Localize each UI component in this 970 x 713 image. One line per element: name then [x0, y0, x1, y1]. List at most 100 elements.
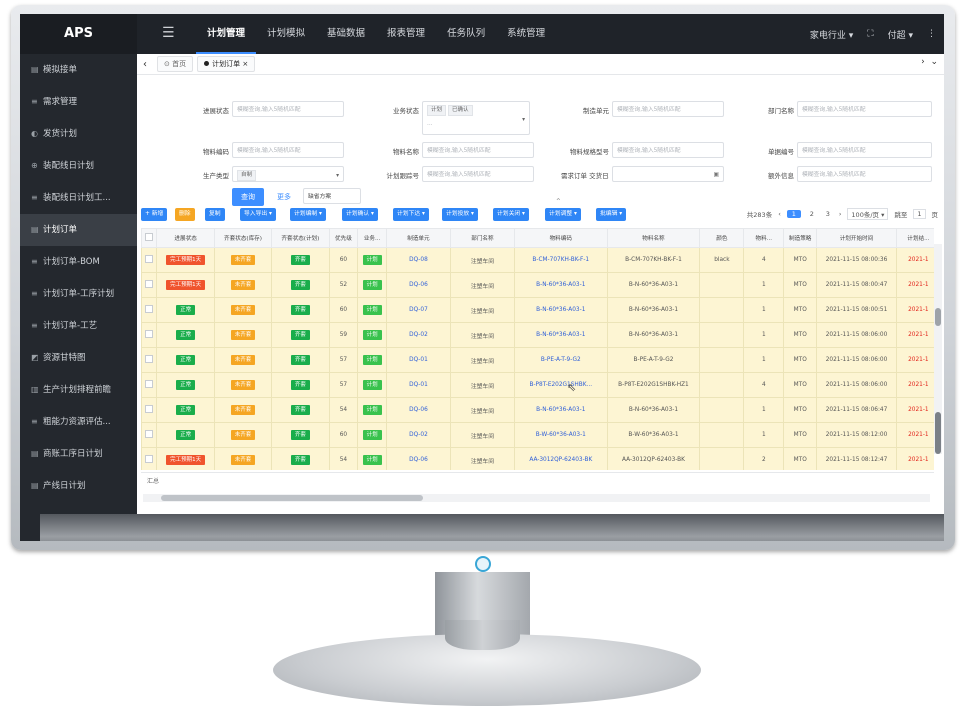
table-row[interactable]: 正常 未齐套 齐套 57 计划 DQ-01 注塑车间 B-P8T-E202G1SHBK... B…	[141, 372, 934, 398]
more-options-icon[interactable]: ⋮	[927, 29, 936, 39]
filter-input[interactable]: 模糊查询,输入5随机匹配	[612, 101, 724, 117]
filter-input[interactable]: 模糊查询,输入5随机匹配	[422, 166, 534, 182]
toolbar-button[interactable]: 计划确认 ▾	[342, 208, 378, 221]
toolbar-button[interactable]: 删除	[175, 208, 195, 221]
nav-item[interactable]: 计划管理	[196, 14, 257, 54]
hamburger-menu-icon[interactable]: ☰	[162, 25, 175, 41]
user-menu[interactable]: 付超 ▾	[888, 28, 913, 41]
table-row[interactable]: 正常 未齐套 齐套 54 计划 DQ-06 注塑车间 B-N-60*36-A03-1 B-N-6…	[141, 397, 934, 423]
table-row[interactable]: 完工预期1天 未齐套 齐套 54 计划 DQ-06 注塑车间 AA-3012QP-62403-…	[141, 447, 934, 470]
jump-input[interactable]: 1	[913, 209, 926, 219]
row-checkbox[interactable]	[141, 347, 158, 373]
column-header[interactable]: 制造策略	[783, 228, 818, 248]
row-checkbox[interactable]	[141, 247, 158, 273]
column-header[interactable]: 物料编码	[513, 228, 608, 248]
vertical-scrollbar[interactable]	[934, 244, 942, 454]
table-row[interactable]: 完工预期1天 未齐套 齐套 52 计划 DQ-06 注塑车间 B-N-60*36-A03-1 B…	[141, 272, 934, 298]
toolbar-button[interactable]: 导入导出 ▾	[240, 208, 276, 221]
column-header[interactable]: 物料名称	[606, 228, 701, 248]
filter-chip[interactable]: 计划	[427, 105, 447, 116]
table-row[interactable]: 正常 未齐套 齐套 60 计划 DQ-07 注塑车间 B-N-60*36-A03-1 B-N-6…	[141, 297, 934, 323]
column-header[interactable]: 物料...	[743, 228, 785, 248]
filter-input[interactable]: 模糊查询,输入5随机匹配	[612, 142, 724, 158]
table-row[interactable]: 正常 未齐套 齐套 57 计划 DQ-01 注塑车间 B-PE-A-T-9-G2 B-PE-A-…	[141, 347, 934, 373]
horizontal-scroll-thumb[interactable]	[161, 495, 423, 501]
toolbar-button[interactable]: 计划编制 ▾	[290, 208, 326, 221]
filter-input[interactable]: 计划 已确认... ▾	[422, 101, 530, 135]
table-row[interactable]: 完工预期1天 未齐套 齐套 60 计划 DQ-08 注塑车间 B-CM-707KH-BK-F-…	[141, 247, 934, 273]
column-header[interactable]: 业务...	[357, 228, 387, 248]
column-header[interactable]: 进展状态	[156, 228, 215, 248]
filter-input[interactable]: 自制 ▾	[232, 166, 344, 182]
vertical-scroll-thumb[interactable]	[935, 308, 941, 326]
column-header[interactable]: 部门名称	[449, 228, 515, 248]
column-header[interactable]: 颜色	[699, 228, 745, 248]
filter-chip[interactable]: 已确认	[448, 105, 473, 116]
toolbar-button[interactable]: 复制	[205, 208, 225, 221]
page-number[interactable]: 2	[807, 210, 817, 218]
toolbar-button[interactable]: 计划调整 ▾	[545, 208, 581, 221]
page-number[interactable]: 3	[823, 210, 833, 218]
tabs-scroll-right-icon[interactable]: › ⌄	[921, 57, 938, 67]
chevron-down-icon[interactable]: ▾	[336, 168, 339, 181]
sidebar-item[interactable]: ≡ 计划订单-工序计划	[20, 278, 137, 310]
sidebar-item[interactable]: ≡ 计划订单-工艺	[20, 310, 137, 342]
row-checkbox[interactable]	[141, 422, 158, 448]
more-filters-link[interactable]: 更多	[277, 192, 291, 202]
toolbar-button[interactable]: 计划下达 ▾	[393, 208, 429, 221]
sidebar-item[interactable]: ≡ 需求管理	[20, 86, 137, 118]
page-size-select[interactable]: 100条/页 ▾	[847, 208, 889, 220]
row-checkbox[interactable]	[141, 447, 158, 470]
select-all-checkbox[interactable]	[141, 228, 158, 248]
tab-plan-order[interactable]: 计划订单 ×	[197, 56, 256, 72]
column-header[interactable]: 制造单元	[385, 228, 451, 248]
row-checkbox[interactable]	[141, 397, 158, 423]
table-row[interactable]: 正常 未齐套 齐套 59 计划 DQ-02 注塑车间 B-N-60*36-A03-1 B-N-6…	[141, 322, 934, 348]
sidebar-item[interactable]: ▤ 计划订单	[20, 214, 137, 246]
filter-input[interactable]: 模糊查询,输入5随机匹配	[797, 142, 932, 158]
sidebar-item[interactable]: ▥ 生产计划排程前瞻	[20, 374, 137, 406]
column-header[interactable]: 计划开始时间	[816, 228, 897, 248]
row-checkbox[interactable]	[141, 272, 158, 298]
column-header[interactable]: 优先级	[328, 228, 359, 248]
filter-input[interactable]: 模糊查询,输入5随机匹配	[422, 142, 534, 158]
sidebar-item[interactable]: ◩ 资源甘特图	[20, 342, 137, 374]
column-header[interactable]: 齐套状态(计划)	[271, 228, 330, 248]
nav-item[interactable]: 基础数据	[316, 14, 376, 54]
vertical-scroll-thumb[interactable]	[935, 412, 941, 454]
sidebar-item[interactable]: ◐ 发货计划	[20, 118, 137, 150]
calendar-icon[interactable]: ▣	[714, 167, 719, 181]
tab-home[interactable]: ⊙ 首页	[157, 56, 194, 72]
filter-input[interactable]: 模糊查询,输入5随机匹配	[232, 142, 344, 158]
toolbar-button[interactable]: 计划关闭 ▾	[493, 208, 529, 221]
sidebar-item[interactable]: ≡ 装配线日计划工...	[20, 182, 137, 214]
sidebar-item[interactable]: ▤ 商账工序日计划	[20, 438, 137, 470]
industry-selector[interactable]: 家电行业 ▾	[810, 28, 853, 41]
horizontal-scrollbar[interactable]	[143, 494, 930, 502]
sidebar-item[interactable]: ≡ 计划订单-BOM	[20, 246, 137, 278]
row-checkbox[interactable]	[141, 322, 158, 348]
scheme-select[interactable]: 缺省方案	[303, 188, 361, 204]
page-number[interactable]: 1	[786, 210, 801, 218]
filter-input[interactable]: 模糊查询,输入5随机匹配	[797, 166, 932, 182]
row-checkbox[interactable]	[141, 372, 158, 398]
column-header[interactable]: 计划结...	[895, 228, 934, 248]
collapse-icon[interactable]: ⌃	[555, 197, 562, 206]
filter-input[interactable]: 模糊查询,输入5随机匹配	[232, 101, 344, 117]
filter-input[interactable]: 模糊查询,输入5随机匹配	[797, 101, 932, 117]
nav-item[interactable]: 报表管理	[376, 14, 436, 54]
column-header[interactable]: 齐套状态(库存)	[213, 228, 273, 248]
sidebar-item[interactable]: ⊕ 装配线日计划	[20, 150, 137, 182]
nav-item[interactable]: 计划模拟	[256, 14, 316, 54]
fullscreen-icon[interactable]: ⛶	[867, 29, 873, 39]
nav-item[interactable]: 系统管理	[496, 14, 556, 54]
table-row[interactable]: 正常 未齐套 齐套 60 计划 DQ-02 注塑车间 B-W-60*36-A03-1 B-W-6…	[141, 422, 934, 448]
sidebar-item[interactable]: ≡ 粗能力资源评估...	[20, 406, 137, 438]
toolbar-button[interactable]: + 新增	[141, 208, 168, 221]
sidebar-item[interactable]: ▤ 模拟接单	[20, 54, 137, 86]
filter-chip[interactable]: 自制	[237, 170, 257, 181]
toolbar-button[interactable]: 批编辑 ▾	[596, 208, 627, 221]
toolbar-button[interactable]: 计划投放 ▾	[442, 208, 478, 221]
tabs-scroll-left-icon[interactable]: ‹	[137, 59, 153, 70]
filter-input[interactable]: ▣	[612, 166, 724, 182]
